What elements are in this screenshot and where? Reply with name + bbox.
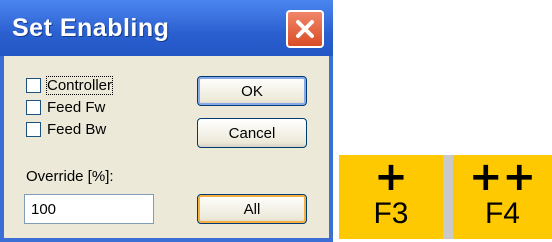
f4-key-button[interactable]: ++ F4 [453,155,552,239]
f3-key-button[interactable]: + F3 [339,155,443,239]
dialog-title: Set Enabling [12,14,170,42]
close-button[interactable] [286,10,324,48]
f3-key-label: F3 [373,197,409,230]
f4-key-label: F4 [484,197,520,230]
key-divider [443,155,453,239]
ok-button[interactable]: OK [197,76,307,106]
feed-bw-checkbox-row[interactable]: Feed Bw [26,120,106,138]
feed-fw-checkbox[interactable] [26,99,41,115]
feed-fw-checkbox-label[interactable]: Feed Fw [47,99,105,116]
set-enabling-dialog: Set Enabling Controller Feed Fw Feed Bw … [0,0,333,242]
controller-checkbox-row[interactable]: Controller [26,75,114,95]
controller-checkbox-label[interactable]: Controller [45,75,114,95]
double-plus-icon: ++ [468,154,537,200]
controller-checkbox[interactable] [26,77,41,93]
title-bar[interactable]: Set Enabling [0,0,333,56]
all-button[interactable]: All [197,194,307,224]
feed-bw-checkbox[interactable] [26,121,41,137]
override-label: Override [%]: [26,168,114,185]
feed-bw-checkbox-label[interactable]: Feed Bw [47,121,106,138]
feed-fw-checkbox-row[interactable]: Feed Fw [26,98,105,116]
dialog-client-area: Controller Feed Fw Feed Bw OK Cancel Ove… [4,56,329,238]
plus-icon: + [374,154,408,200]
cancel-button[interactable]: Cancel [197,118,307,148]
override-input[interactable]: 100 [24,194,154,224]
close-icon [296,20,314,38]
